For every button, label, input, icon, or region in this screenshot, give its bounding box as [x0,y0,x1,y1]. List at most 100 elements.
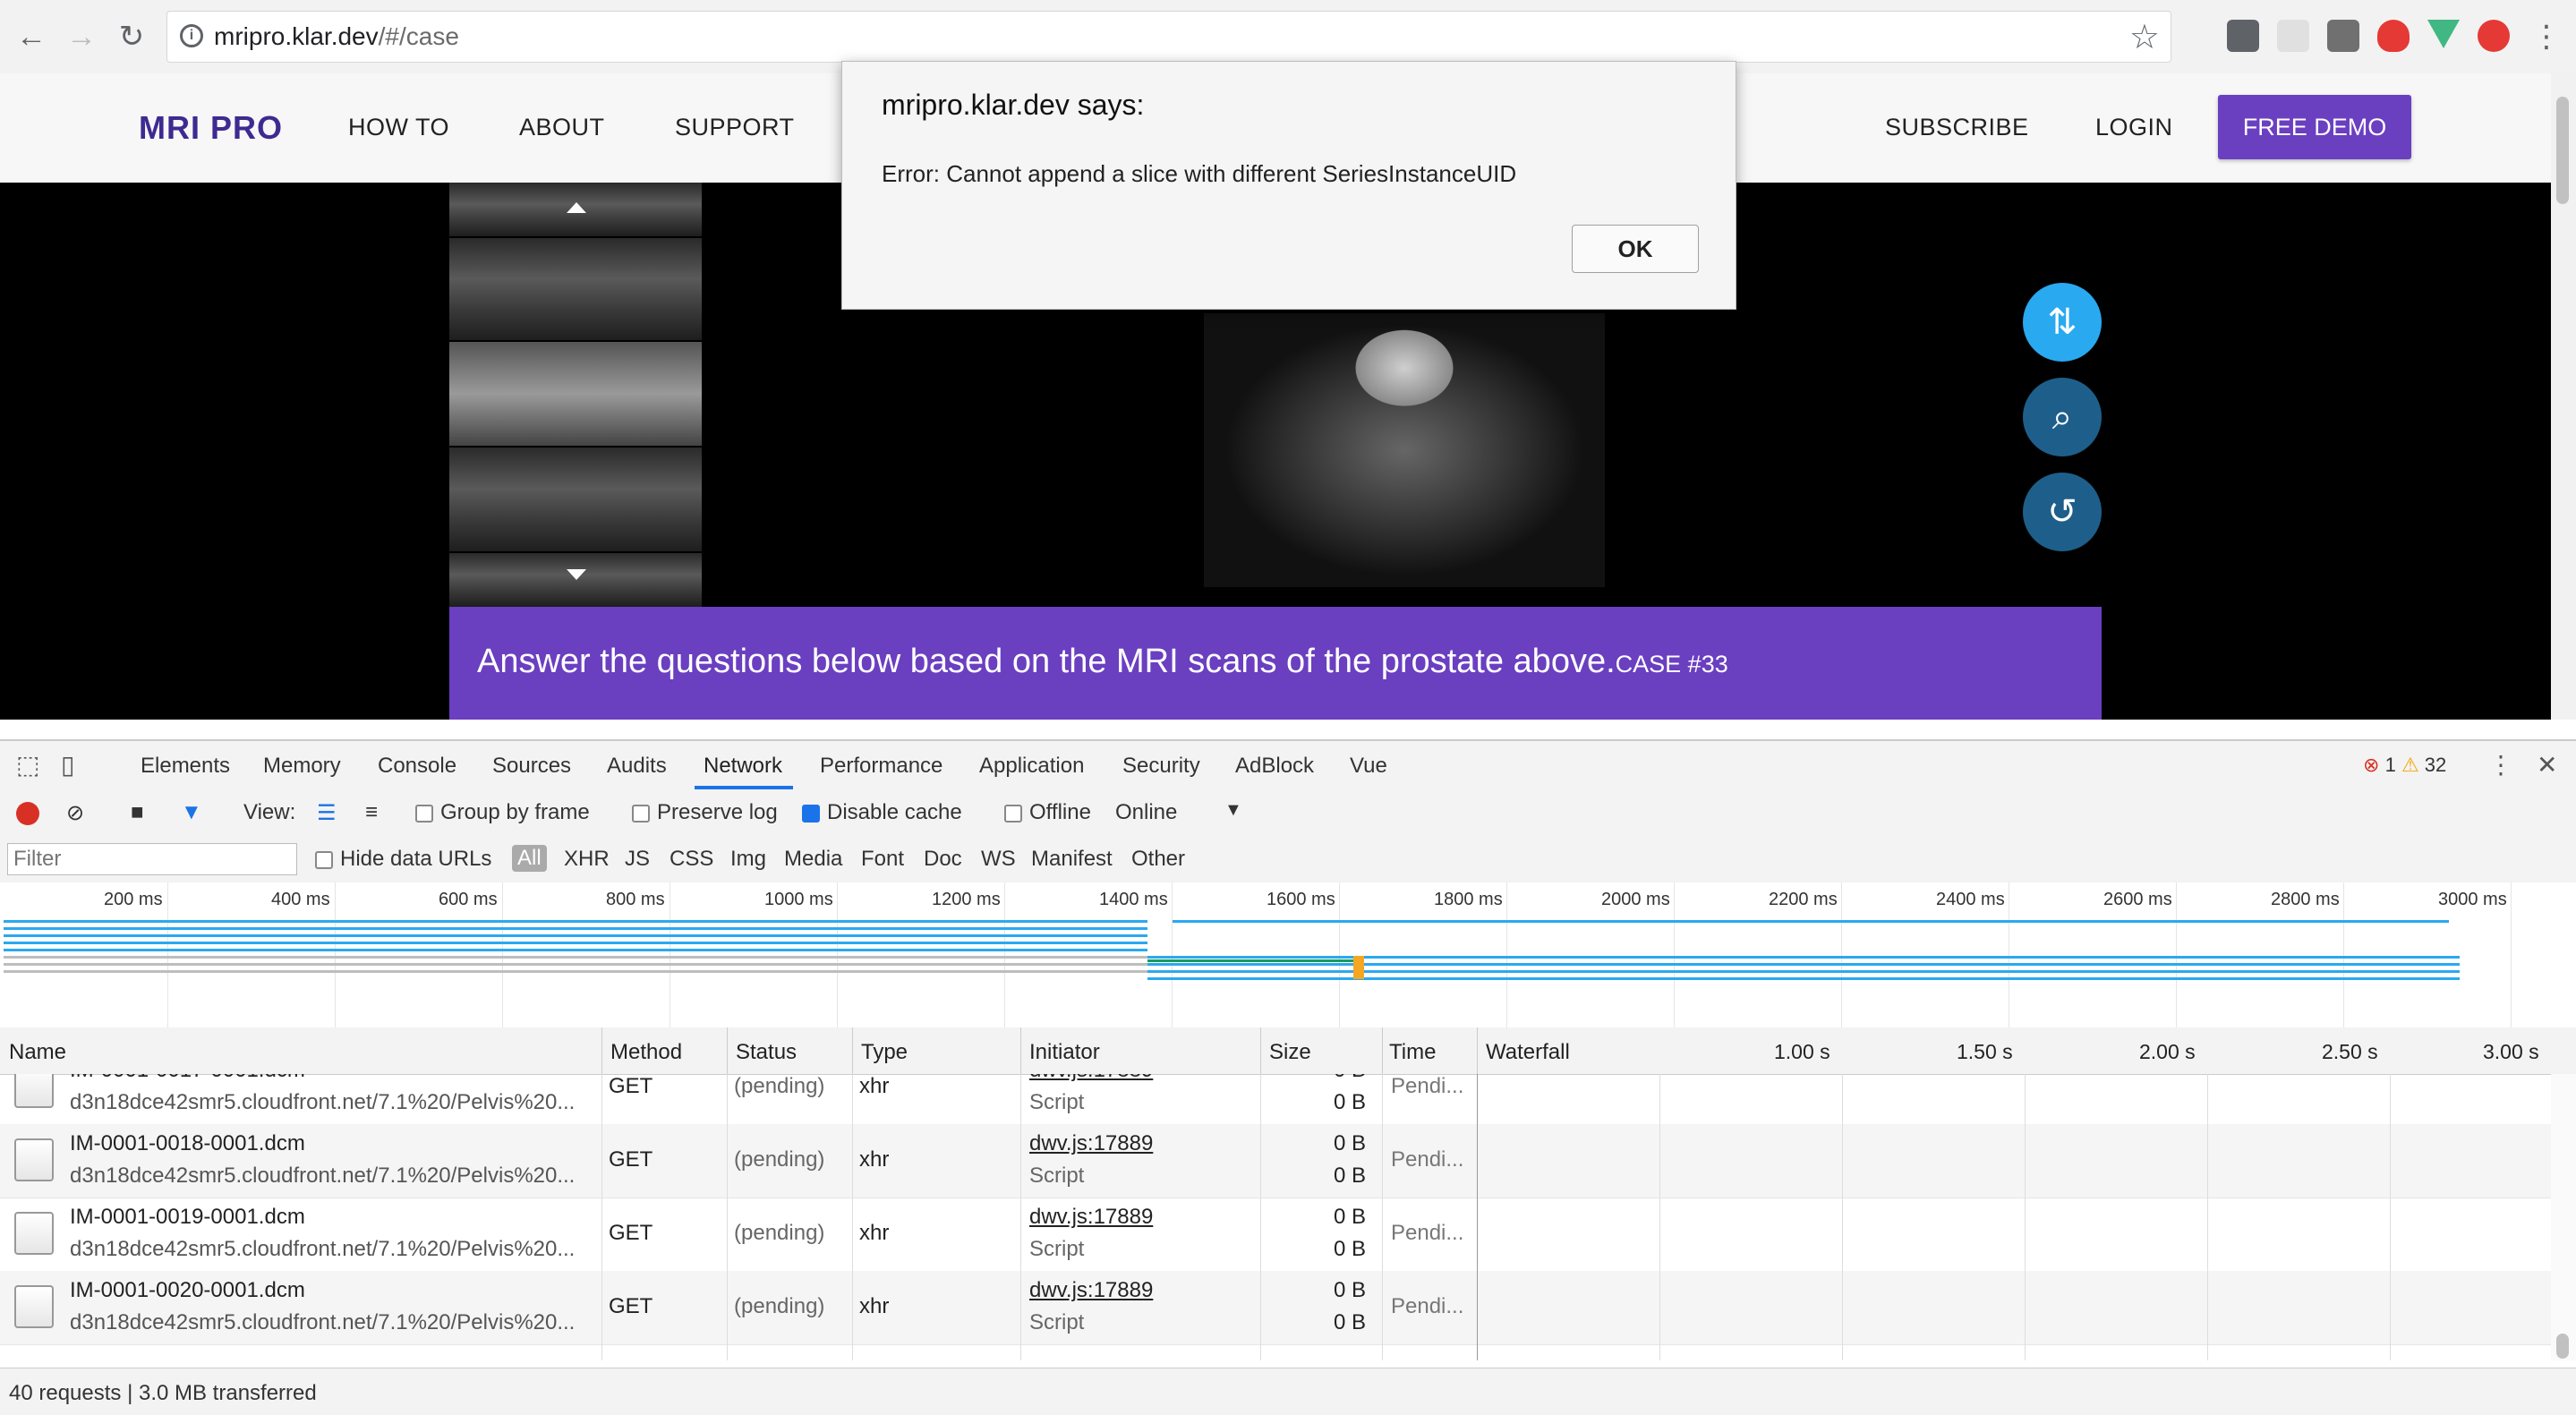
filter-type-ws[interactable]: WS [981,847,1016,872]
scroll-tool-icon[interactable]: ⇅ [2023,283,2102,362]
column-time[interactable]: Time [1389,1040,1436,1065]
slice-thumbnail[interactable] [449,342,702,448]
column-name[interactable]: Name [9,1040,66,1065]
dialog-ok-button[interactable]: OK [1572,225,1699,273]
filter-icon[interactable]: ▼ [181,800,202,825]
group-by-frame-option[interactable]: Group by frame [415,800,590,825]
column-method[interactable]: Method [610,1040,682,1065]
filter-input[interactable] [7,843,297,875]
tab-console[interactable]: Console [378,754,456,779]
request-name[interactable]: IM-0001-0017-0001.dcm [70,1074,305,1083]
filter-type-manifest[interactable]: Manifest [1031,847,1113,872]
filter-type-font[interactable]: Font [861,847,904,872]
filter-type-img[interactable]: Img [730,847,766,872]
tab-elements[interactable]: Elements [141,754,230,779]
column-status[interactable]: Status [736,1040,797,1065]
nav-how-to[interactable]: HOW TO [348,114,449,141]
clear-icon[interactable]: ⊘ [66,800,84,826]
record-extension-icon[interactable] [2478,20,2510,52]
disable-cache-option[interactable]: Disable cache [802,800,962,825]
initiator-link[interactable]: dwv.js:17889 [1029,1205,1153,1230]
filter-type-other[interactable]: Other [1131,847,1185,872]
browser-menu-icon[interactable]: ⋮ [2528,18,2565,55]
offline-option[interactable]: Offline [1004,800,1091,825]
tab-application[interactable]: Application [979,754,1084,779]
filter-type-all[interactable]: All [512,845,547,872]
throttling-select[interactable]: Online [1115,800,1177,825]
network-overview[interactable]: 200 ms 400 ms 600 ms 800 ms 1000 ms 1200… [0,882,2576,1028]
filter-type-css[interactable]: CSS [670,847,713,872]
free-demo-button[interactable]: FREE DEMO [2218,95,2411,159]
mri-scan-image[interactable] [1204,313,1605,587]
tab-adblock[interactable]: AdBlock [1235,754,1314,779]
request-name[interactable]: IM-0001-0019-0001.dcm [70,1205,305,1230]
filter-type-doc[interactable]: Doc [924,847,962,872]
record-icon[interactable] [16,802,39,825]
disable-cache-checkbox[interactable] [802,805,820,823]
nav-login[interactable]: LOGIN [2095,114,2173,141]
initiator-link[interactable]: dwv.js:17889 [1029,1131,1153,1156]
reload-icon[interactable]: ↻ [113,18,150,55]
scroll-down-arrow-icon[interactable] [567,569,586,580]
table-row[interactable]: IM-0001-0017-0001.dcm d3n18dce42smr5.clo… [0,1074,2551,1125]
overview-icon[interactable]: ≡ [365,800,378,825]
tab-vue[interactable]: Vue [1350,754,1387,779]
scroll-up-arrow-icon[interactable] [567,202,586,213]
filter-type-media[interactable]: Media [784,847,842,872]
preserve-log-checkbox[interactable] [632,805,650,823]
thumbnail-strip[interactable] [449,183,702,607]
tab-sources[interactable]: Sources [492,754,571,779]
filter-type-xhr[interactable]: XHR [564,847,610,872]
zoom-tool-icon[interactable]: ⌕ [2023,378,2102,456]
pocket-extension-icon[interactable] [2227,20,2259,52]
table-row[interactable]: IM-0001-0020-0001.dcm d3n18dce42smr5.clo… [0,1271,2551,1345]
column-initiator[interactable]: Initiator [1029,1040,1100,1065]
bookmark-star-icon[interactable]: ☆ [2129,17,2160,57]
slice-thumbnail[interactable] [449,448,702,554]
slice-thumbnail[interactable] [449,553,702,607]
table-row[interactable]: IM-0001-0018-0001.dcm d3n18dce42smr5.clo… [0,1124,2551,1198]
column-waterfall[interactable]: Waterfall [1486,1040,1570,1065]
hide-data-urls-checkbox[interactable] [315,851,333,869]
filter-type-js[interactable]: JS [625,847,650,872]
offline-checkbox[interactable] [1004,805,1022,823]
request-name[interactable]: IM-0001-0018-0001.dcm [70,1131,305,1156]
vue-devtools-icon[interactable] [2427,20,2460,48]
devtools-close-icon[interactable]: ✕ [2537,750,2557,780]
request-list-scrollbar[interactable] [2551,1074,2576,1360]
tab-security[interactable]: Security [1122,754,1200,779]
page-scrollbar-thumb[interactable] [2556,97,2569,204]
inspect-element-icon[interactable]: ⬚ [16,750,39,780]
slice-thumbnail[interactable] [449,238,702,343]
extension-icon[interactable] [2277,20,2309,52]
tab-audits[interactable]: Audits [607,754,667,779]
back-icon[interactable]: ← [13,18,50,55]
request-list-scrollbar-thumb[interactable] [2556,1334,2569,1359]
preserve-log-option[interactable]: Preserve log [632,800,778,825]
page-scrollbar[interactable] [2551,73,2576,720]
url-text[interactable]: mripro.klar.dev/#/case [214,22,459,51]
site-logo[interactable]: MRI PRO [139,109,283,147]
chevron-down-icon[interactable]: ▼ [1224,800,1242,821]
column-size[interactable]: Size [1269,1040,1311,1065]
request-name[interactable]: IM-0001-0020-0001.dcm [70,1278,305,1303]
info-icon[interactable]: i [180,24,203,47]
tab-memory[interactable]: Memory [263,754,341,779]
keyring-extension-icon[interactable] [2327,20,2359,52]
tab-network[interactable]: Network [704,754,782,779]
nav-about[interactable]: ABOUT [519,114,605,141]
group-by-frame-checkbox[interactable] [415,805,433,823]
tab-performance[interactable]: Performance [820,754,943,779]
nav-subscribe[interactable]: SUBSCRIBE [1885,114,2029,141]
device-toolbar-icon[interactable]: ▯ [61,750,74,780]
forward-icon[interactable]: → [63,18,100,55]
table-row[interactable]: IM-0001-0019-0001.dcm d3n18dce42smr5.clo… [0,1198,2551,1272]
capture-screenshots-icon[interactable]: ■ [131,800,144,825]
error-warning-counter[interactable]: ⊗ 1 ⚠ 32 [2363,754,2446,777]
adblock-extension-icon[interactable] [2377,20,2410,52]
devtools-menu-icon[interactable]: ⋮ [2488,750,2513,780]
reset-tool-icon[interactable]: ↺ [2023,473,2102,551]
address-bar[interactable]: i mripro.klar.dev/#/case ☆ [166,11,2171,63]
initiator-link[interactable]: dwv.js:17889 [1029,1278,1153,1303]
column-type[interactable]: Type [861,1040,908,1065]
